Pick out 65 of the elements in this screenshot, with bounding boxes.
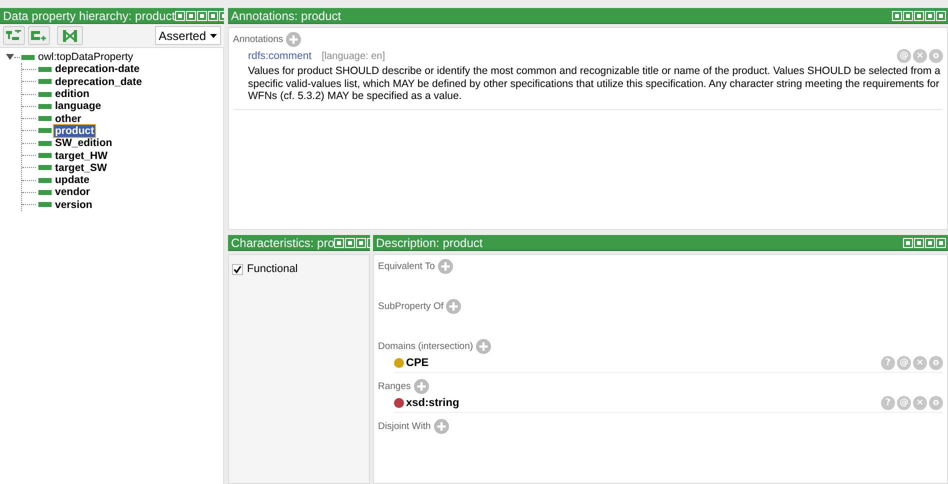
- tree-item[interactable]: edition: [54, 88, 90, 100]
- tree-item[interactable]: update: [54, 174, 90, 186]
- delete-icon: [63, 30, 77, 42]
- panel-title: Description: product: [376, 236, 484, 250]
- window-control-icon[interactable]: [186, 10, 196, 20]
- data-property-icon: [38, 92, 52, 97]
- section-label: Disjoint With: [378, 421, 431, 432]
- window-control-icon[interactable]: [197, 10, 208, 20]
- tree-item[interactable]: other: [54, 112, 82, 125]
- data-property-icon: [38, 140, 52, 146]
- data-property-icon: [38, 153, 52, 158]
- data-property-icon: [38, 128, 52, 134]
- data-property-icon: [38, 165, 52, 170]
- panel-title: Annotations: product: [231, 8, 342, 22]
- entity-label[interactable]: xsd:string: [406, 397, 460, 409]
- tree-item[interactable]: target_SW: [54, 162, 108, 174]
- section-label: Annotations: [233, 34, 284, 45]
- data-property-icon: [38, 202, 52, 208]
- add-sibling-button[interactable]: [28, 26, 50, 45]
- data-property-icon: [21, 54, 35, 60]
- tree-item[interactable]: vendor: [54, 186, 92, 198]
- tree-item[interactable]: deprecation_date: [54, 76, 143, 88]
- tree-item[interactable]: language: [54, 100, 102, 112]
- annotation-property-link[interactable]: rdfs:comment: [248, 50, 312, 62]
- add-subproperty-button[interactable]: [3, 26, 25, 45]
- expand-toggle-icon[interactable]: [6, 53, 14, 62]
- add-icon[interactable]: [446, 299, 462, 314]
- data-property-icon: [38, 190, 52, 195]
- tree-item[interactable]: deprecation-date: [54, 63, 141, 76]
- data-property-icon: [38, 178, 52, 183]
- panel-title: Data property hierarchy: product: [3, 8, 176, 22]
- checkbox[interactable]: [232, 264, 243, 274]
- add-icon[interactable]: [434, 419, 449, 434]
- caret-icon: [210, 34, 217, 38]
- tree-item[interactable]: owl:topDataProperty: [37, 51, 134, 64]
- data-property-icon: [38, 79, 52, 84]
- checkbox-label: Functional: [247, 263, 298, 275]
- window-control-icon[interactable]: [175, 10, 186, 20]
- add-icon[interactable]: [476, 339, 492, 354]
- add-icon[interactable]: [438, 259, 453, 274]
- panel-title: Characteristics: pro: [231, 236, 334, 250]
- tree-item[interactable]: product: [54, 124, 96, 137]
- window-control-icon[interactable]: [356, 238, 366, 248]
- tree-item[interactable]: target_HW: [54, 150, 109, 162]
- section-label: Ranges: [378, 381, 411, 392]
- section-label: Domains (intersection): [378, 341, 474, 352]
- section-label: SubProperty Of: [378, 301, 444, 312]
- data-property-icon: [38, 104, 52, 109]
- tree-item[interactable]: version: [54, 198, 94, 211]
- delete-button[interactable]: [57, 26, 83, 45]
- window-control-icon[interactable]: [208, 10, 218, 20]
- entity-label[interactable]: CPE: [406, 357, 429, 369]
- data-property-icon: [38, 116, 52, 122]
- tree-item[interactable]: SW_edition: [54, 137, 114, 150]
- view-dropdown[interactable]: Asserted: [154, 26, 221, 45]
- add-sibling-icon: [31, 30, 47, 42]
- window-control-icon[interactable]: [334, 238, 344, 248]
- add-child-icon: [6, 30, 22, 42]
- add-icon[interactable]: [286, 32, 302, 47]
- section-label: Equivalent To: [378, 261, 435, 272]
- language-tag: [language: en]: [322, 50, 385, 62]
- annotation-text: Values for product SHOULD describe or identify the most common and recognizable title or name of the product. Values SHOULD be selected from a specific valid-values list, which MAY be defined by other specifications that utilize this specification. Any character string meeting the requirements for WFNs (cf. 5.3.2) MAY be specified as a value.: [248, 65, 942, 102]
- data-property-icon: [38, 66, 52, 72]
- add-icon[interactable]: [414, 379, 429, 394]
- window-control-icon[interactable]: [345, 238, 356, 248]
